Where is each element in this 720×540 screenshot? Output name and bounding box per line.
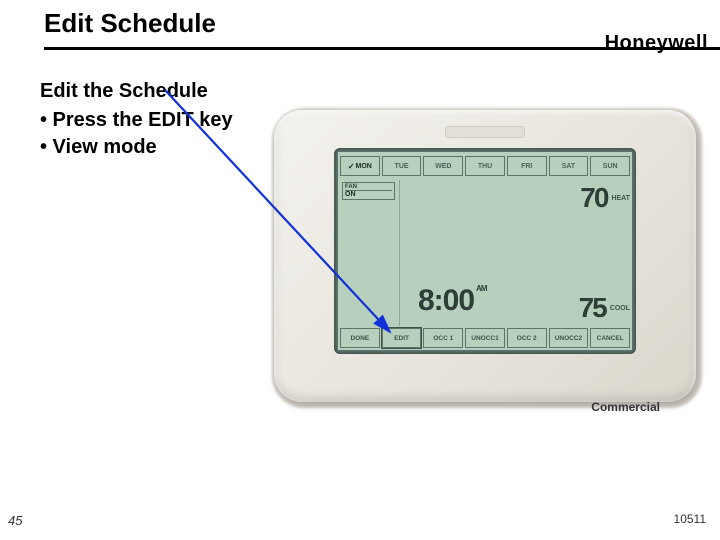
lcd-edit-button[interactable]: EDIT <box>382 328 422 348</box>
cool-label: COOL <box>610 305 630 312</box>
time-ampm: AM <box>476 284 486 293</box>
day-fri: FRI <box>507 156 547 176</box>
thermostat-screen: ✓MON TUE WED THU FRI SAT SUN FAN ON <box>338 152 632 350</box>
page-number: 45 <box>8 513 22 528</box>
doc-id: 10511 <box>674 512 706 526</box>
thermostat-screen-frame: ✓MON TUE WED THU FRI SAT SUN FAN ON <box>334 148 636 354</box>
thermostat-brand-slot <box>445 126 525 138</box>
check-icon: ✓ <box>348 162 355 171</box>
content-subhead: Edit the Schedule <box>40 80 300 103</box>
heat-value: 70 <box>580 182 607 214</box>
thermostat-body: ✓MON TUE WED THU FRI SAT SUN FAN ON <box>274 110 696 402</box>
image-caption: Commercial <box>591 400 660 414</box>
lcd-unocc1-button[interactable]: UNOCC1 <box>465 328 505 348</box>
lcd-cancel-button[interactable]: CANCEL <box>590 328 630 348</box>
day-row: ✓MON TUE WED THU FRI SAT SUN <box>338 156 632 176</box>
lcd-unocc2-button[interactable]: UNOCC2 <box>549 328 589 348</box>
day-wed: WED <box>423 156 463 176</box>
slide: Edit Schedule Honeywell Edit the Schedul… <box>0 0 720 540</box>
lcd-occ2-button[interactable]: OCC 2 <box>507 328 547 348</box>
day-sat: SAT <box>549 156 589 176</box>
setpoint-section: 70 HEAT 75 COOL <box>554 180 632 326</box>
button-row: DONE EDIT OCC 1 UNOCC1 OCC 2 UNOCC2 CANC… <box>338 328 632 348</box>
mid-row: FAN ON 8:00AM 70 HEAT <box>338 180 632 326</box>
day-tue: TUE <box>382 156 422 176</box>
heat-setpoint: 70 HEAT <box>556 182 630 214</box>
lcd-done-button[interactable]: DONE <box>340 328 380 348</box>
content-block: Edit the Schedule • Press the EDIT key •… <box>40 80 300 161</box>
brand-logo: Honeywell <box>605 32 708 55</box>
cool-value: 75 <box>579 292 606 324</box>
content-bullet: • Press the EDIT key <box>40 107 300 134</box>
day-label: MON <box>356 163 372 170</box>
cool-setpoint: 75 COOL <box>556 292 630 324</box>
day-thu: THU <box>465 156 505 176</box>
fan-label: FAN <box>345 184 392 191</box>
time-value: 8:00 <box>418 284 474 317</box>
content-bullet: • View mode <box>40 134 300 161</box>
time-section: 8:00AM <box>400 180 554 326</box>
thermostat-image: ✓MON TUE WED THU FRI SAT SUN FAN ON <box>272 108 702 408</box>
time-display: 8:00AM <box>418 284 487 318</box>
fan-section: FAN ON <box>338 180 400 326</box>
heat-label: HEAT <box>611 195 630 202</box>
day-sun: SUN <box>590 156 630 176</box>
day-mon: ✓MON <box>340 156 380 176</box>
fan-value: ON <box>345 191 392 198</box>
lcd-occ1-button[interactable]: OCC 1 <box>423 328 463 348</box>
